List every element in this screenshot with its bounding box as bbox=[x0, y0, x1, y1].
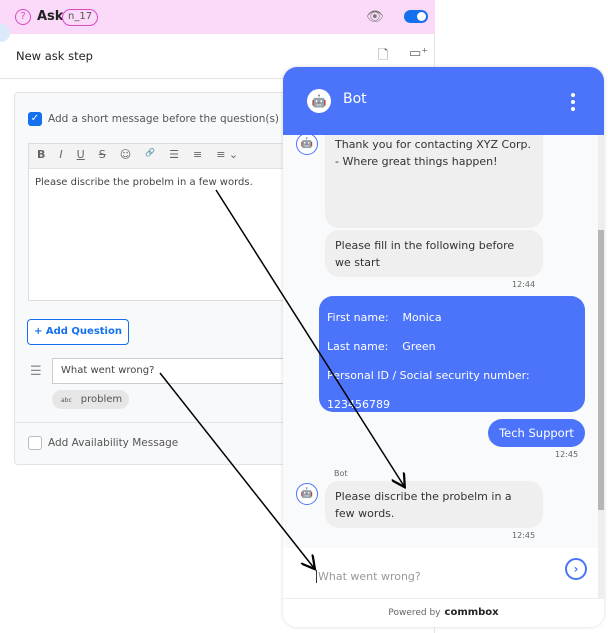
annotation-arrows bbox=[159, 189, 608, 633]
arrow-question bbox=[159, 372, 314, 568]
arrow-message bbox=[215, 189, 404, 486]
